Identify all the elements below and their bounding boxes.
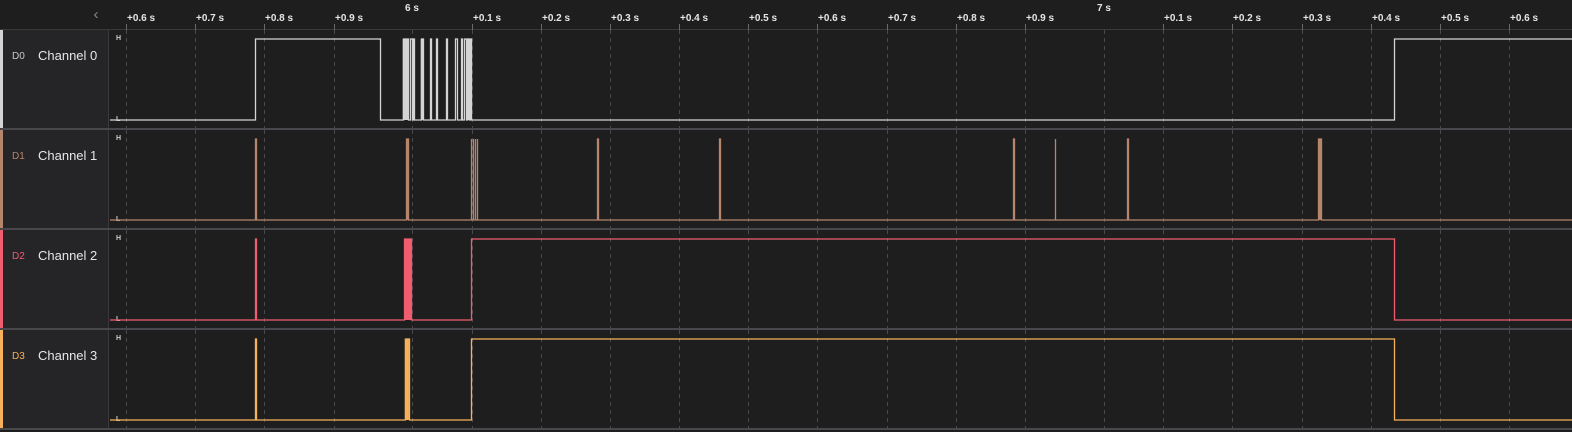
waveform-svg [110, 30, 1572, 128]
channel-list: D0 Channel 0 H L D1 Channel 1 H L D2 Channel 2HLD… [0, 30, 1572, 432]
time-tick-label: +0.6 s [1510, 13, 1539, 24]
time-tick-label: +0.6 s [818, 13, 847, 24]
channel-color-strip [0, 130, 3, 228]
time-tick-label: +0.9 s [1026, 13, 1055, 24]
channel-row[interactable]: D3 Channel 3HL [0, 330, 1572, 430]
time-tick-label: +0.8 s [265, 13, 294, 24]
time-tick-label: +0.2 s [1233, 13, 1262, 24]
time-tick-label: +0.3 s [611, 13, 640, 24]
signal-pulse [406, 139, 409, 220]
channel-label-panel[interactable]: D3 Channel 3 [0, 330, 109, 428]
channel-name[interactable]: Channel 2 [38, 248, 97, 263]
channel-id: D0 [12, 51, 25, 62]
signal-waveform [110, 238, 1572, 321]
channel-color-strip [0, 330, 3, 428]
time-tick-label: +0.9 s [335, 13, 364, 24]
channel-color-strip [0, 230, 3, 328]
channel-id: D3 [12, 351, 25, 362]
channel-id: D2 [12, 251, 25, 262]
waveform-area[interactable] [110, 230, 1572, 328]
time-ruler[interactable]: ‹ +0.6 s +0.7 s +0.8 s +0.9 s +0.1 s +0.2 s +0… [0, 0, 1572, 30]
channel-row[interactable]: D2 Channel 2HL [0, 230, 1572, 330]
logic-analyzer-view: ‹ +0.6 s +0.7 s +0.8 s +0.9 s +0.1 s +0.2 s +0… [0, 0, 1572, 432]
channel-name[interactable]: Channel 3 [38, 348, 97, 363]
ruler-ticks: +0.6 s +0.7 s +0.8 s +0.9 s +0.1 s +0.2 s +0.3… [110, 0, 1572, 30]
time-tick-label: +0.5 s [1441, 13, 1470, 24]
waveform-area[interactable] [110, 330, 1572, 428]
time-tick-label: +0.6 s [127, 13, 156, 24]
signal-waveform [110, 38, 1572, 121]
waveform-svg [110, 330, 1572, 428]
channel-label-panel[interactable]: D1 Channel 1 [0, 130, 109, 228]
time-tick-label: +0.2 s [542, 13, 571, 24]
waveform-area[interactable] [110, 130, 1572, 228]
signal-pulse [404, 339, 409, 420]
channel-label-panel[interactable]: D2 Channel 2 [0, 230, 109, 328]
signal-waveform [110, 138, 1572, 221]
time-tick-label: +0.1 s [473, 13, 502, 24]
waveform-area[interactable] [110, 30, 1572, 128]
time-tick-label: +0.4 s [680, 13, 709, 24]
channel-name[interactable]: Channel 0 [38, 48, 97, 63]
major-time-label: 7 s [1097, 3, 1111, 14]
signal-pulse [420, 39, 424, 120]
time-tick-label: +0.4 s [1372, 13, 1401, 24]
waveform-svg [110, 230, 1572, 328]
signal-pulse [402, 39, 409, 120]
channel-label-panel[interactable]: D0 Channel 0 [0, 30, 109, 128]
waveform-svg [110, 130, 1572, 228]
signal-pulse [404, 239, 412, 320]
major-time-label: 6 s [405, 3, 419, 14]
channel-separator [0, 428, 1572, 430]
time-tick-label: +0.1 s [1164, 13, 1193, 24]
signal-pulse [1318, 139, 1321, 220]
time-tick-label: +0.7 s [888, 13, 917, 24]
time-tick-label: +0.5 s [749, 13, 778, 24]
signal-waveform [110, 338, 1572, 421]
channel-name[interactable]: Channel 1 [38, 148, 97, 163]
time-tick-label: +0.3 s [1303, 13, 1332, 24]
time-tick-label: +0.8 s [957, 13, 986, 24]
channel-color-strip [0, 30, 3, 128]
chevron-left-icon[interactable]: ‹ [86, 5, 106, 25]
channel-row[interactable]: D0 Channel 0HL [0, 30, 1572, 130]
time-tick-label: +0.7 s [196, 13, 225, 24]
channel-id: D1 [12, 151, 25, 162]
channel-row[interactable]: D1 Channel 1HL [0, 130, 1572, 230]
